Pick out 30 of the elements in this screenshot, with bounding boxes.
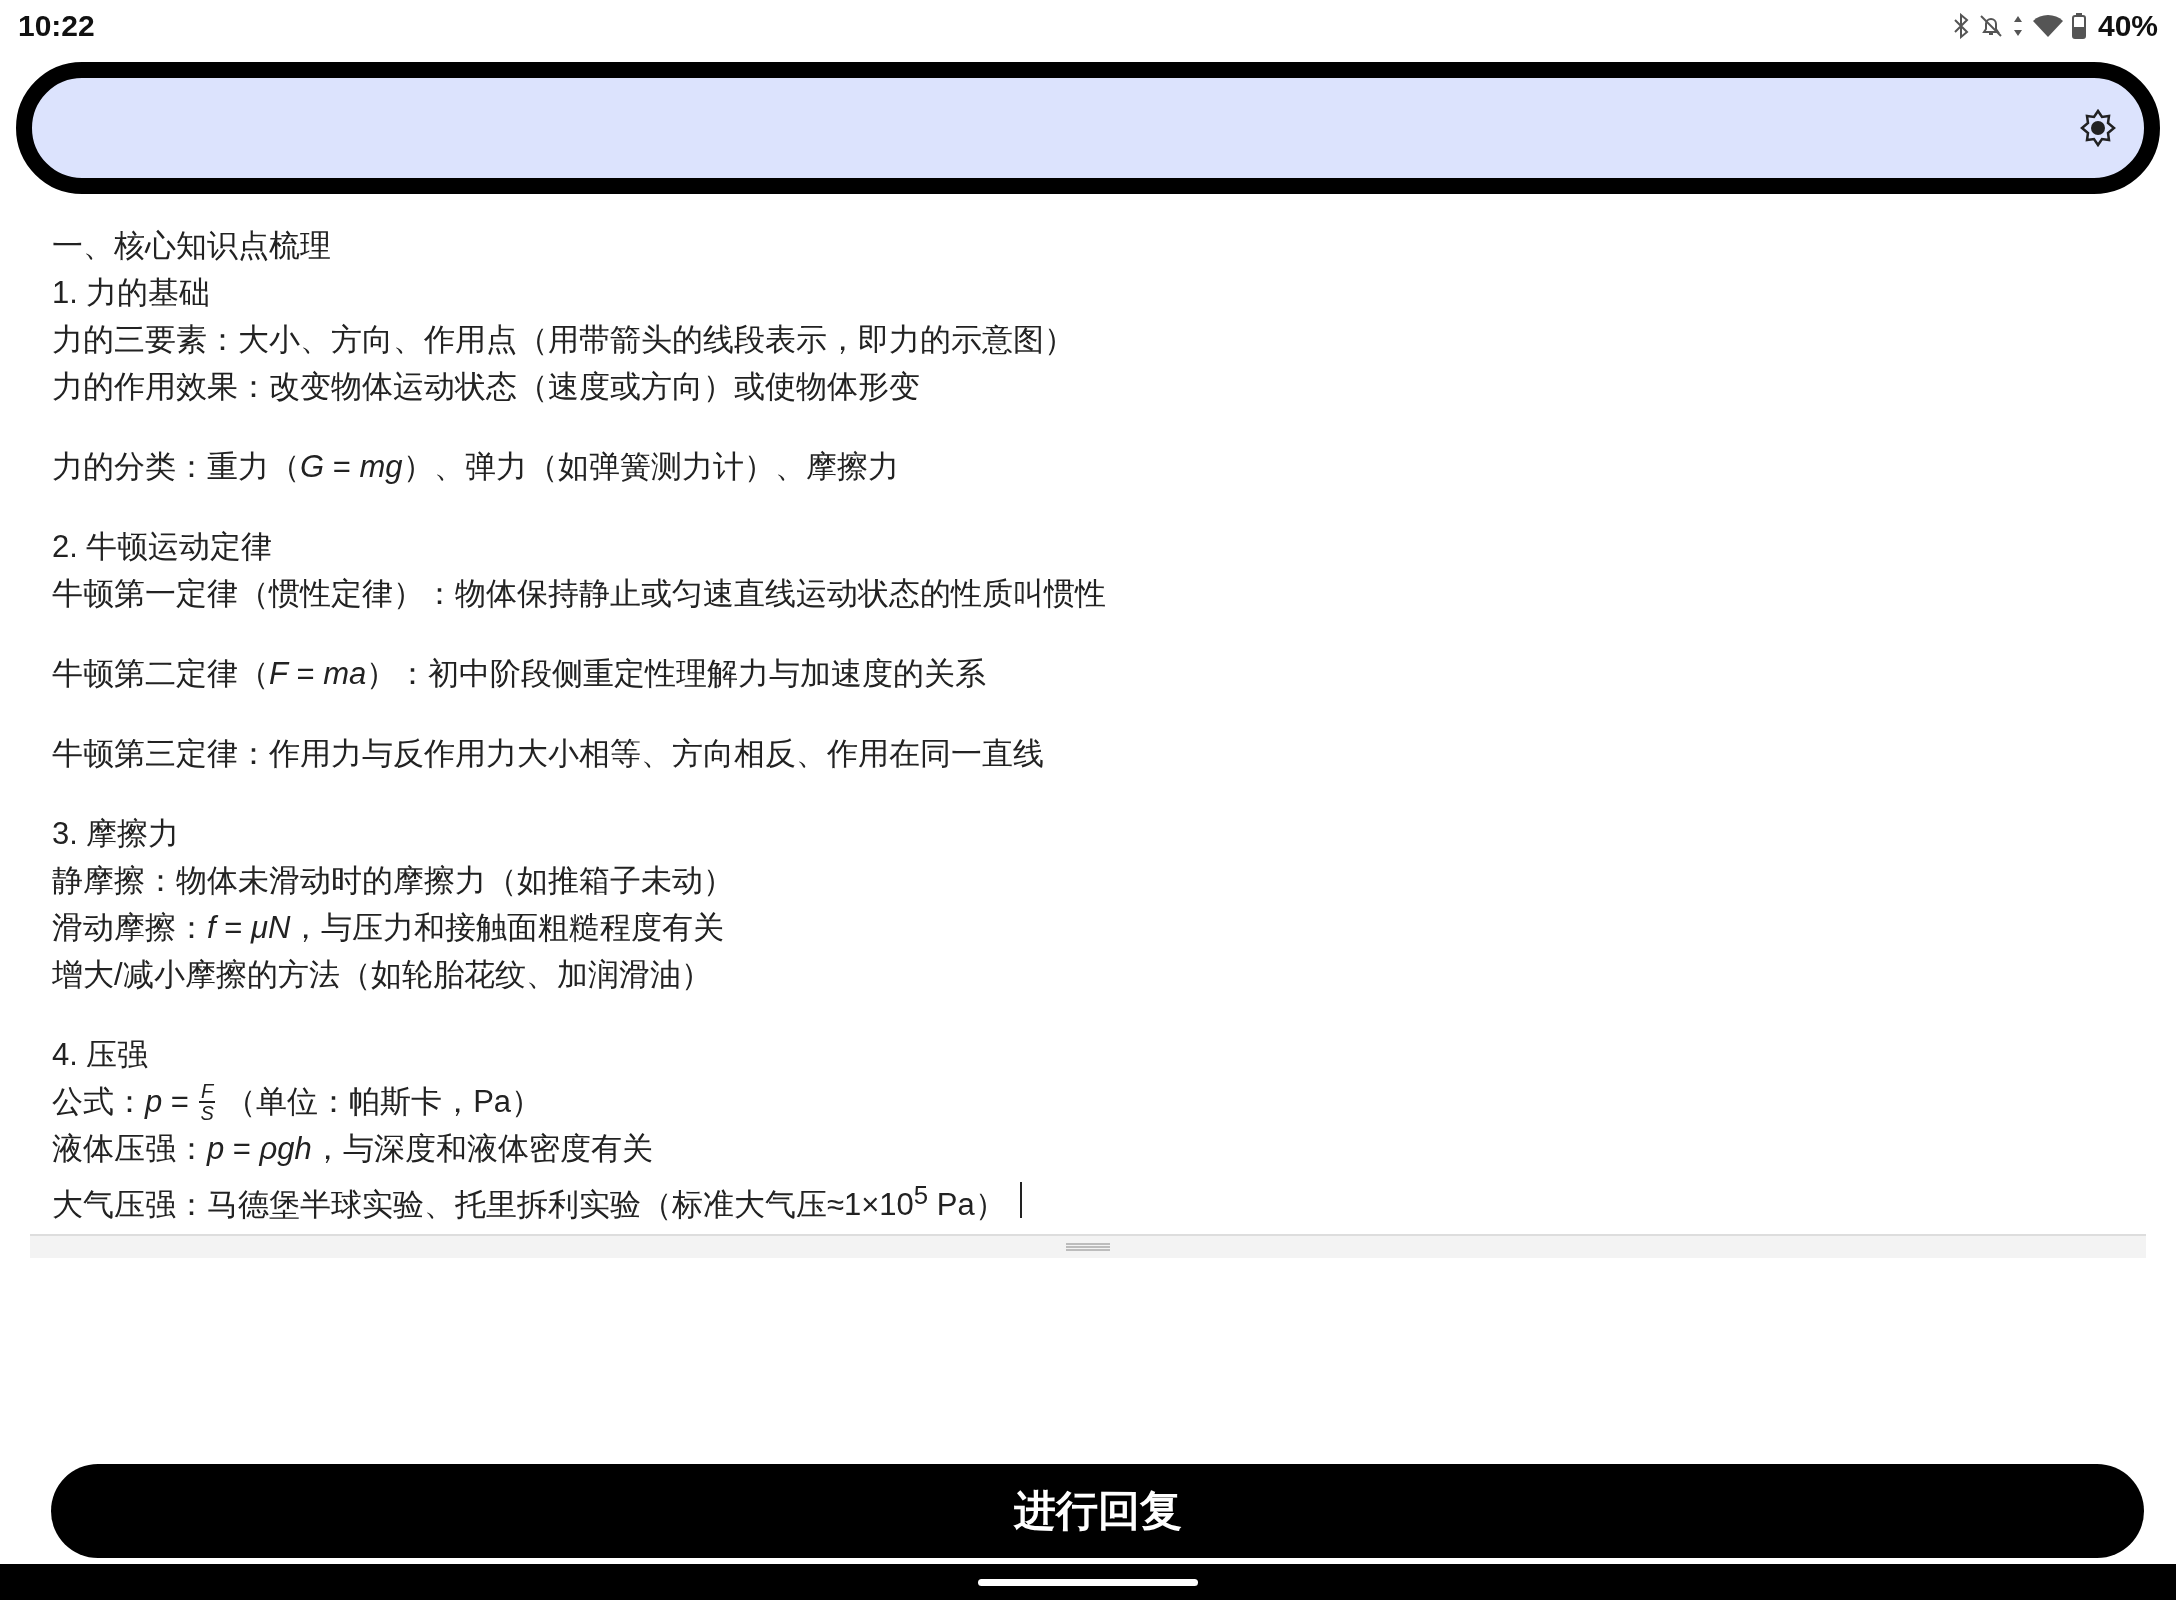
text-line: 4. 压强 [52,1036,150,1074]
data-arrows-icon [2011,14,2024,38]
text-line: 力的作用效果：改变物体运动状态（速度或方向）或使物体形变 [52,368,921,406]
settings-icon[interactable] [2078,108,2118,148]
wifi-icon [2031,14,2064,38]
text-line: 力的分类：重力（G = mg）、弹力（如弹簧测力计）、摩擦力 [52,448,900,486]
unit-note: （单位：帕斯卡，Pa） [225,1083,543,1121]
home-indicator[interactable] [978,1578,1198,1586]
battery-level: 40% [2097,9,2158,43]
muted-bell-icon [1977,13,2004,39]
clock: 10:22 [18,9,95,43]
text-line: 大气压强：马德堡半球实验、托里拆利实验（标准大气压≈1×10$^{5}$ Pa） [52,1180,1006,1225]
fraction: F S [198,1080,216,1123]
bluetooth-icon [1951,13,1970,39]
reply-button[interactable]: 进行回复 [51,1464,2144,1558]
text-line: 1. 力的基础 [52,274,212,312]
resize-handle[interactable] [30,1236,2146,1259]
text-line: 牛顿第三定律：作用力与反作用力大小相等、方向相反、作用在同一直线 [52,735,1045,773]
text-line: 滑动摩擦：f = μN，与压力和接触面粗糙程度有关 [52,909,726,947]
text-line: 2. 牛顿运动定律 [52,528,274,566]
battery-icon [2071,13,2086,39]
text-line: 一、核心知识点梳理 [52,227,332,265]
text-line: 静摩擦：物体未滑动时的摩擦力（如推箱子未动） [52,862,735,900]
text-line: 牛顿第二定律（F = ma）：初中阶段侧重定性理解力与加速度的关系 [52,655,988,693]
text-line: 液体压强：p = ρgh，与深度和液体密度有关 [52,1130,654,1168]
text-line: 增大/减小摩擦的方法（如轮胎花纹、加润滑油） [52,956,713,994]
text-line: 力的三要素：大小、方向、作用点（用带箭头的线段表示，即力的示意图） [52,321,1076,359]
text-line: 3. 摩擦力 [52,815,181,853]
formula-label: 公式：p = [52,1083,189,1121]
text-line: 牛顿第一定律（惯性定律）：物体保持静止或匀速直线运动状态的性质叫惯性 [52,575,1107,613]
